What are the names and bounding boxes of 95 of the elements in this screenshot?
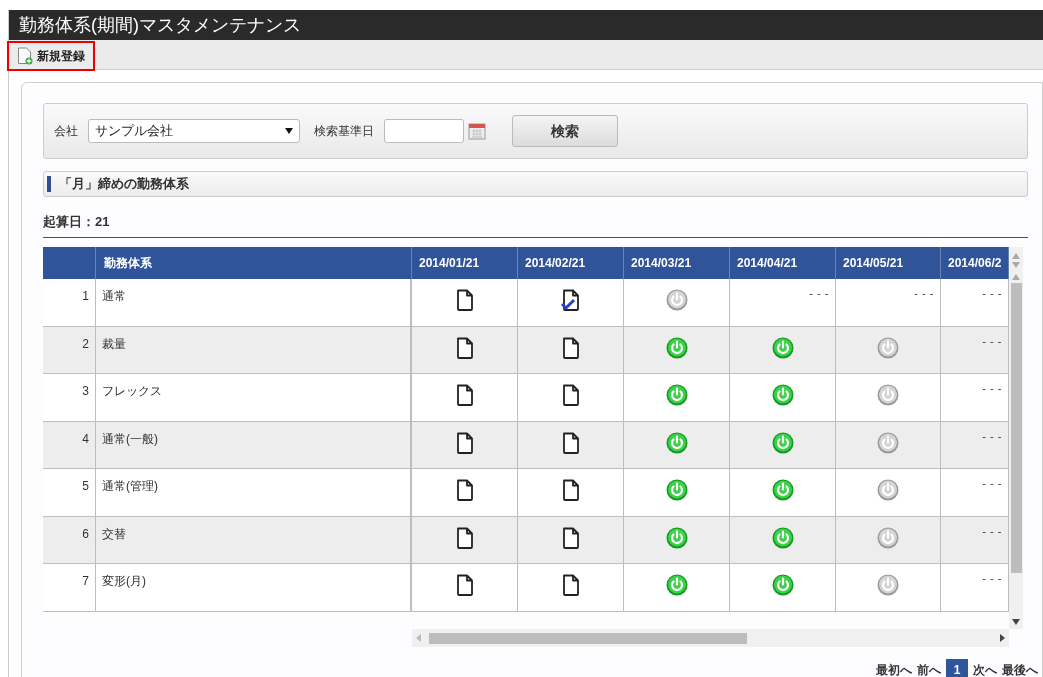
table-row[interactable]: 1 通常 - - - - - - - - - bbox=[43, 279, 1009, 327]
document-icon[interactable] bbox=[560, 431, 581, 454]
window-title: 勤務体系(期間)マスタメンテナンス bbox=[9, 10, 1043, 40]
power-on-icon[interactable] bbox=[665, 336, 688, 359]
first-page-link[interactable]: 最初へ bbox=[876, 661, 912, 677]
empty-value-text: - - - bbox=[982, 428, 1002, 444]
table-cell: 通常(一般) bbox=[102, 431, 158, 446]
table-cell: フレックス bbox=[102, 384, 162, 398]
row-number: 6 bbox=[82, 526, 89, 541]
power-on-icon[interactable] bbox=[665, 479, 688, 501]
document-icon[interactable] bbox=[560, 574, 581, 596]
scrollbar-thumb[interactable] bbox=[1010, 283, 1022, 573]
add-document-icon bbox=[17, 46, 33, 65]
next-page-link[interactable]: 次へ bbox=[973, 661, 997, 677]
scroll-right-icon[interactable] bbox=[1000, 634, 1005, 642]
column-header: 2014/05/21 bbox=[843, 255, 904, 272]
scroll-up-icon[interactable] bbox=[1012, 253, 1020, 259]
empty-value-text: - - - bbox=[982, 381, 1002, 396]
column-header: 2014/01/21 bbox=[419, 255, 480, 272]
table-cell: 通常(管理) bbox=[102, 479, 158, 493]
company-select[interactable]: サンプル会社 bbox=[88, 119, 300, 143]
empty-value-text: - - - bbox=[982, 286, 1002, 301]
company-label: 会社 bbox=[54, 123, 78, 140]
document-icon[interactable] bbox=[454, 479, 475, 501]
column-header: 2014/06/2 bbox=[948, 255, 1002, 272]
table-row[interactable]: 7 変形(月) - - - bbox=[43, 564, 1009, 612]
empty-value-text: - - - bbox=[914, 286, 934, 301]
empty-value-text: - - - bbox=[982, 523, 1002, 539]
power-on-icon[interactable] bbox=[665, 574, 688, 596]
empty-value-text: - - - bbox=[809, 286, 829, 301]
row-number: 4 bbox=[82, 431, 89, 446]
table-row[interactable]: 3 フレックス - - - bbox=[43, 374, 1009, 422]
power-off-icon[interactable] bbox=[877, 336, 899, 359]
table-row[interactable]: 5 通常(管理) - - - bbox=[43, 469, 1009, 517]
document-icon[interactable] bbox=[560, 384, 581, 406]
checked-document-icon[interactable] bbox=[560, 289, 581, 311]
row-number: 7 bbox=[82, 574, 89, 588]
power-off-icon[interactable] bbox=[877, 384, 899, 406]
power-on-icon[interactable] bbox=[771, 384, 794, 406]
row-number: 1 bbox=[82, 289, 89, 303]
new-registration-button[interactable]: 新規登録 bbox=[7, 40, 95, 71]
vertical-scrollbar[interactable] bbox=[1009, 247, 1023, 629]
power-on-icon[interactable] bbox=[665, 526, 688, 549]
scrollbar-thumb[interactable] bbox=[429, 632, 747, 644]
calendar-icon[interactable] bbox=[468, 122, 486, 140]
power-on-icon[interactable] bbox=[771, 479, 794, 501]
document-icon[interactable] bbox=[454, 384, 475, 406]
table-row[interactable]: 6 交替 - - - bbox=[43, 516, 1009, 564]
document-icon[interactable] bbox=[560, 479, 581, 501]
power-off-icon[interactable] bbox=[877, 526, 899, 549]
document-icon[interactable] bbox=[454, 289, 475, 311]
table-cell: 裁量 bbox=[102, 336, 126, 351]
table-row[interactable]: 4 通常(一般) - - - bbox=[43, 421, 1009, 469]
row-number: 3 bbox=[82, 384, 89, 398]
column-header: 2014/03/21 bbox=[631, 255, 692, 272]
document-icon[interactable] bbox=[560, 526, 581, 549]
column-header: 2014/04/21 bbox=[737, 255, 798, 272]
previous-page-link[interactable]: 前へ bbox=[917, 661, 941, 677]
start-day-label: 起算日：21 bbox=[43, 214, 110, 229]
power-on-icon[interactable] bbox=[665, 431, 688, 454]
power-off-icon[interactable] bbox=[665, 289, 688, 311]
empty-value-text: - - - bbox=[982, 571, 1002, 586]
dropdown-arrow-icon bbox=[285, 128, 293, 134]
document-icon[interactable] bbox=[454, 336, 475, 359]
power-on-icon[interactable] bbox=[665, 384, 688, 406]
page-number[interactable]: 1 bbox=[946, 659, 968, 677]
search-date-field[interactable] bbox=[384, 119, 464, 143]
power-on-icon[interactable] bbox=[771, 526, 794, 549]
power-off-icon[interactable] bbox=[877, 479, 899, 501]
power-off-icon[interactable] bbox=[877, 431, 899, 454]
section-title: 「月」締めの勤務体系 bbox=[47, 176, 189, 192]
table-cell: 変形(月) bbox=[102, 574, 146, 588]
power-on-icon[interactable] bbox=[771, 574, 794, 596]
horizontal-scrollbar[interactable] bbox=[412, 629, 1009, 647]
power-on-icon[interactable] bbox=[771, 336, 794, 359]
row-number: 2 bbox=[82, 336, 89, 351]
document-icon[interactable] bbox=[454, 574, 475, 596]
scroll-up-icon[interactable] bbox=[1012, 274, 1020, 280]
table-row[interactable]: 2 裁量 - - - bbox=[43, 326, 1009, 374]
power-on-icon[interactable] bbox=[771, 431, 794, 454]
row-number: 5 bbox=[82, 479, 89, 493]
column-header: 2014/02/21 bbox=[525, 255, 586, 272]
search-date-label: 検索基準日 bbox=[314, 123, 374, 140]
search-button[interactable]: 検索 bbox=[512, 115, 618, 147]
empty-value-text: - - - bbox=[982, 476, 1002, 491]
last-page-link[interactable]: 最後へ bbox=[1002, 661, 1038, 677]
document-icon[interactable] bbox=[454, 431, 475, 454]
document-icon[interactable] bbox=[560, 336, 581, 359]
scroll-down-icon[interactable] bbox=[1012, 619, 1020, 625]
column-header: 勤務体系 bbox=[104, 255, 152, 272]
power-off-icon[interactable] bbox=[877, 574, 899, 596]
document-icon[interactable] bbox=[454, 526, 475, 549]
empty-value-text: - - - bbox=[982, 333, 1002, 349]
table-cell: 交替 bbox=[102, 526, 126, 541]
table-cell: 通常 bbox=[102, 289, 126, 303]
